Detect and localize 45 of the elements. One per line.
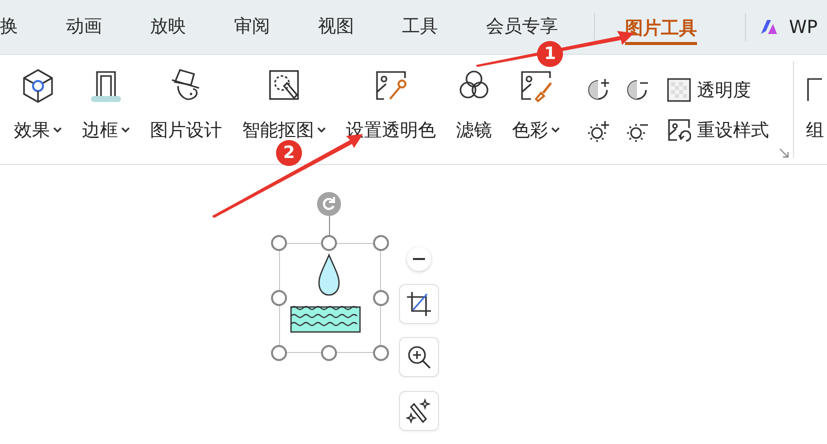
toolbar-button[interactable] [399,337,439,377]
ribbon-tab[interactable]: 会员专享 [486,15,558,39]
ribbon-button[interactable]: 透明度 [667,78,769,102]
resize-handle[interactable] [271,290,287,306]
ribbon-button[interactable]: 效果 [14,68,62,142]
checkerboard-icon [667,78,691,102]
ribbon-tab[interactable]: 放映 [150,15,186,39]
resize-handle[interactable] [321,345,337,361]
resize-handle[interactable] [373,290,389,306]
group-icon[interactable] [806,77,822,103]
toolbar-button[interactable] [399,391,439,431]
ribbon-tab[interactable]: 视图 [318,15,354,39]
resize-handle[interactable] [271,345,287,361]
brightness-plus-icon[interactable] [586,120,610,144]
contrast-plus-icon[interactable] [586,78,610,102]
resize-handle[interactable] [321,235,337,251]
reset-picture-icon [667,118,691,142]
ribbon-tab[interactable]: 换 [0,15,18,39]
minus-icon [413,258,425,260]
ribbon-button[interactable]: 重设样式 [667,118,769,142]
ai-logo-icon[interactable] [760,19,778,35]
ribbon-button[interactable]: 色彩 [512,68,560,142]
cube-icon [21,68,55,104]
magic-wand-icon [406,398,432,424]
resize-handle[interactable] [373,235,389,251]
ribbon-tab[interactable]: 审阅 [234,15,270,39]
ribbon-tab[interactable]: WP [789,16,818,38]
ribbon-tab[interactable]: 动画 [66,15,102,39]
step-badge: 1 [537,41,563,67]
step-badge: 2 [276,140,302,166]
dialog-launcher-icon[interactable] [779,148,789,158]
ribbon-button[interactable]: 智能抠图 [242,68,326,142]
resize-handle[interactable] [271,235,287,251]
crop-icon [406,291,432,317]
ribbon-tab[interactable]: 工具 [402,15,438,39]
zoom-in-icon [406,344,432,370]
ribbon-button[interactable]: 边框 [82,68,130,142]
rotate-handle-icon[interactable] [317,192,341,216]
ribbon-button[interactable]: 图片设计 [150,68,222,142]
collapse-button[interactable] [407,247,431,271]
ribbon-button[interactable]: 滤镜 [456,68,492,142]
toolbar-button[interactable] [399,284,439,324]
ribbon-button[interactable]: 组 [806,118,824,142]
contrast-minus-icon[interactable] [625,78,649,102]
resize-handle[interactable] [373,345,389,361]
